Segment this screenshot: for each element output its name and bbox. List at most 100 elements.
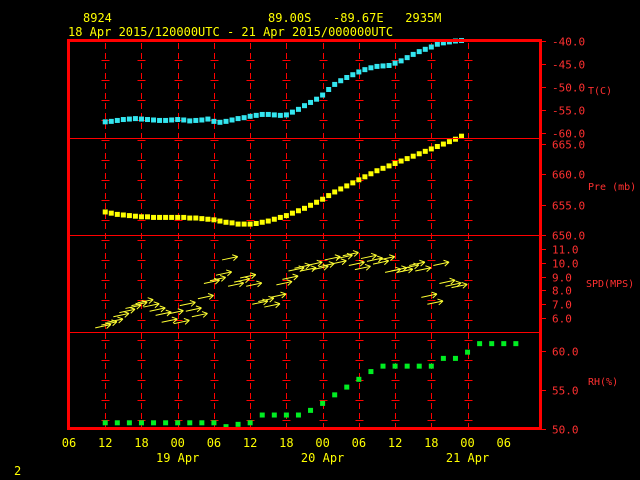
x-tick-label: 18 [134, 436, 148, 450]
data-point [459, 133, 464, 139]
data-point [380, 363, 386, 369]
y-tick-label: 665.0 [552, 139, 585, 152]
station-id: 8924 [83, 11, 112, 25]
data-point [374, 168, 380, 174]
data-point [362, 174, 368, 180]
data-point [356, 177, 362, 183]
data-point [253, 220, 259, 226]
data-point [332, 81, 338, 87]
data-point [181, 117, 187, 123]
data-point [283, 213, 289, 219]
data-point [199, 117, 205, 123]
data-point [452, 355, 458, 361]
data-point [386, 163, 392, 169]
y-tick-label: 50.0 [552, 424, 579, 437]
y-tick-label: -50.0 [552, 82, 585, 95]
x-date-label: 21 Apr [446, 451, 489, 465]
data-point [434, 143, 440, 149]
data-point [440, 355, 446, 361]
data-point [356, 69, 362, 75]
data-point [271, 216, 277, 222]
data-point [187, 118, 193, 124]
data-point [392, 363, 398, 369]
y-tick-label: 655.0 [552, 200, 585, 213]
data-point [314, 96, 320, 102]
y-tick-label: 10.0 [552, 258, 579, 271]
data-point [320, 92, 326, 98]
data-point [235, 116, 241, 122]
data-point [283, 112, 289, 118]
data-point [477, 341, 483, 347]
data-point [151, 214, 157, 220]
data-point [138, 116, 144, 122]
x-date-label: 20 Apr [301, 451, 344, 465]
data-point [138, 420, 144, 426]
data-point [422, 46, 428, 52]
data-point [199, 420, 205, 426]
data-point [126, 213, 132, 219]
y-tick-label: 650.0 [552, 230, 585, 243]
data-point [308, 407, 314, 413]
meteogram-chart: 8924 89.00S -89.67E 2935M 18 Apr 2015/12… [0, 0, 640, 480]
data-point [114, 117, 120, 123]
data-point [332, 392, 338, 398]
data-point [295, 106, 301, 112]
data-point [404, 156, 410, 162]
x-tick-label: 06 [352, 436, 366, 450]
data-point [229, 220, 235, 226]
data-point [241, 221, 247, 227]
data-point [259, 111, 265, 117]
data-point [440, 141, 446, 147]
data-point [386, 62, 392, 68]
data-point [277, 214, 283, 220]
x-tick-label: 00 [170, 436, 184, 450]
data-point [332, 189, 338, 195]
data-point [235, 221, 241, 227]
data-point [428, 363, 434, 369]
x-tick-label: 00 [315, 436, 329, 450]
data-point [295, 208, 301, 214]
data-point [175, 117, 181, 123]
y-tick-label: 60.0 [552, 346, 579, 359]
data-point [211, 217, 217, 223]
data-point [428, 146, 434, 152]
data-point [308, 99, 314, 105]
data-point [410, 51, 416, 57]
data-point [163, 214, 169, 220]
data-point [326, 87, 332, 92]
data-point [398, 58, 404, 64]
data-point [416, 49, 422, 55]
data-point [132, 116, 138, 122]
panel-label: RH(%) [588, 377, 618, 388]
data-point [259, 412, 265, 418]
data-point [338, 78, 344, 84]
data-point [247, 113, 253, 119]
y-tick-label: 6.0 [552, 313, 572, 326]
data-point [205, 216, 211, 222]
data-point [344, 384, 350, 390]
data-point [102, 119, 108, 125]
data-point [169, 117, 175, 123]
data-point [452, 136, 458, 142]
data-point [428, 44, 434, 50]
data-point [446, 139, 452, 145]
data-point [157, 214, 163, 220]
data-point [163, 420, 169, 426]
data-point [223, 219, 229, 225]
data-point [289, 109, 295, 115]
data-point [344, 183, 350, 189]
data-point [265, 218, 271, 224]
data-point [169, 214, 175, 220]
data-point [229, 117, 235, 123]
data-point [259, 219, 265, 225]
data-point [151, 420, 157, 426]
data-point [314, 199, 320, 205]
data-point [120, 212, 126, 218]
data-point [308, 202, 314, 208]
data-point [138, 214, 144, 220]
data-point [187, 215, 193, 221]
data-point [398, 158, 404, 164]
data-point [217, 218, 223, 224]
data-point [265, 111, 271, 117]
data-point [163, 117, 169, 123]
